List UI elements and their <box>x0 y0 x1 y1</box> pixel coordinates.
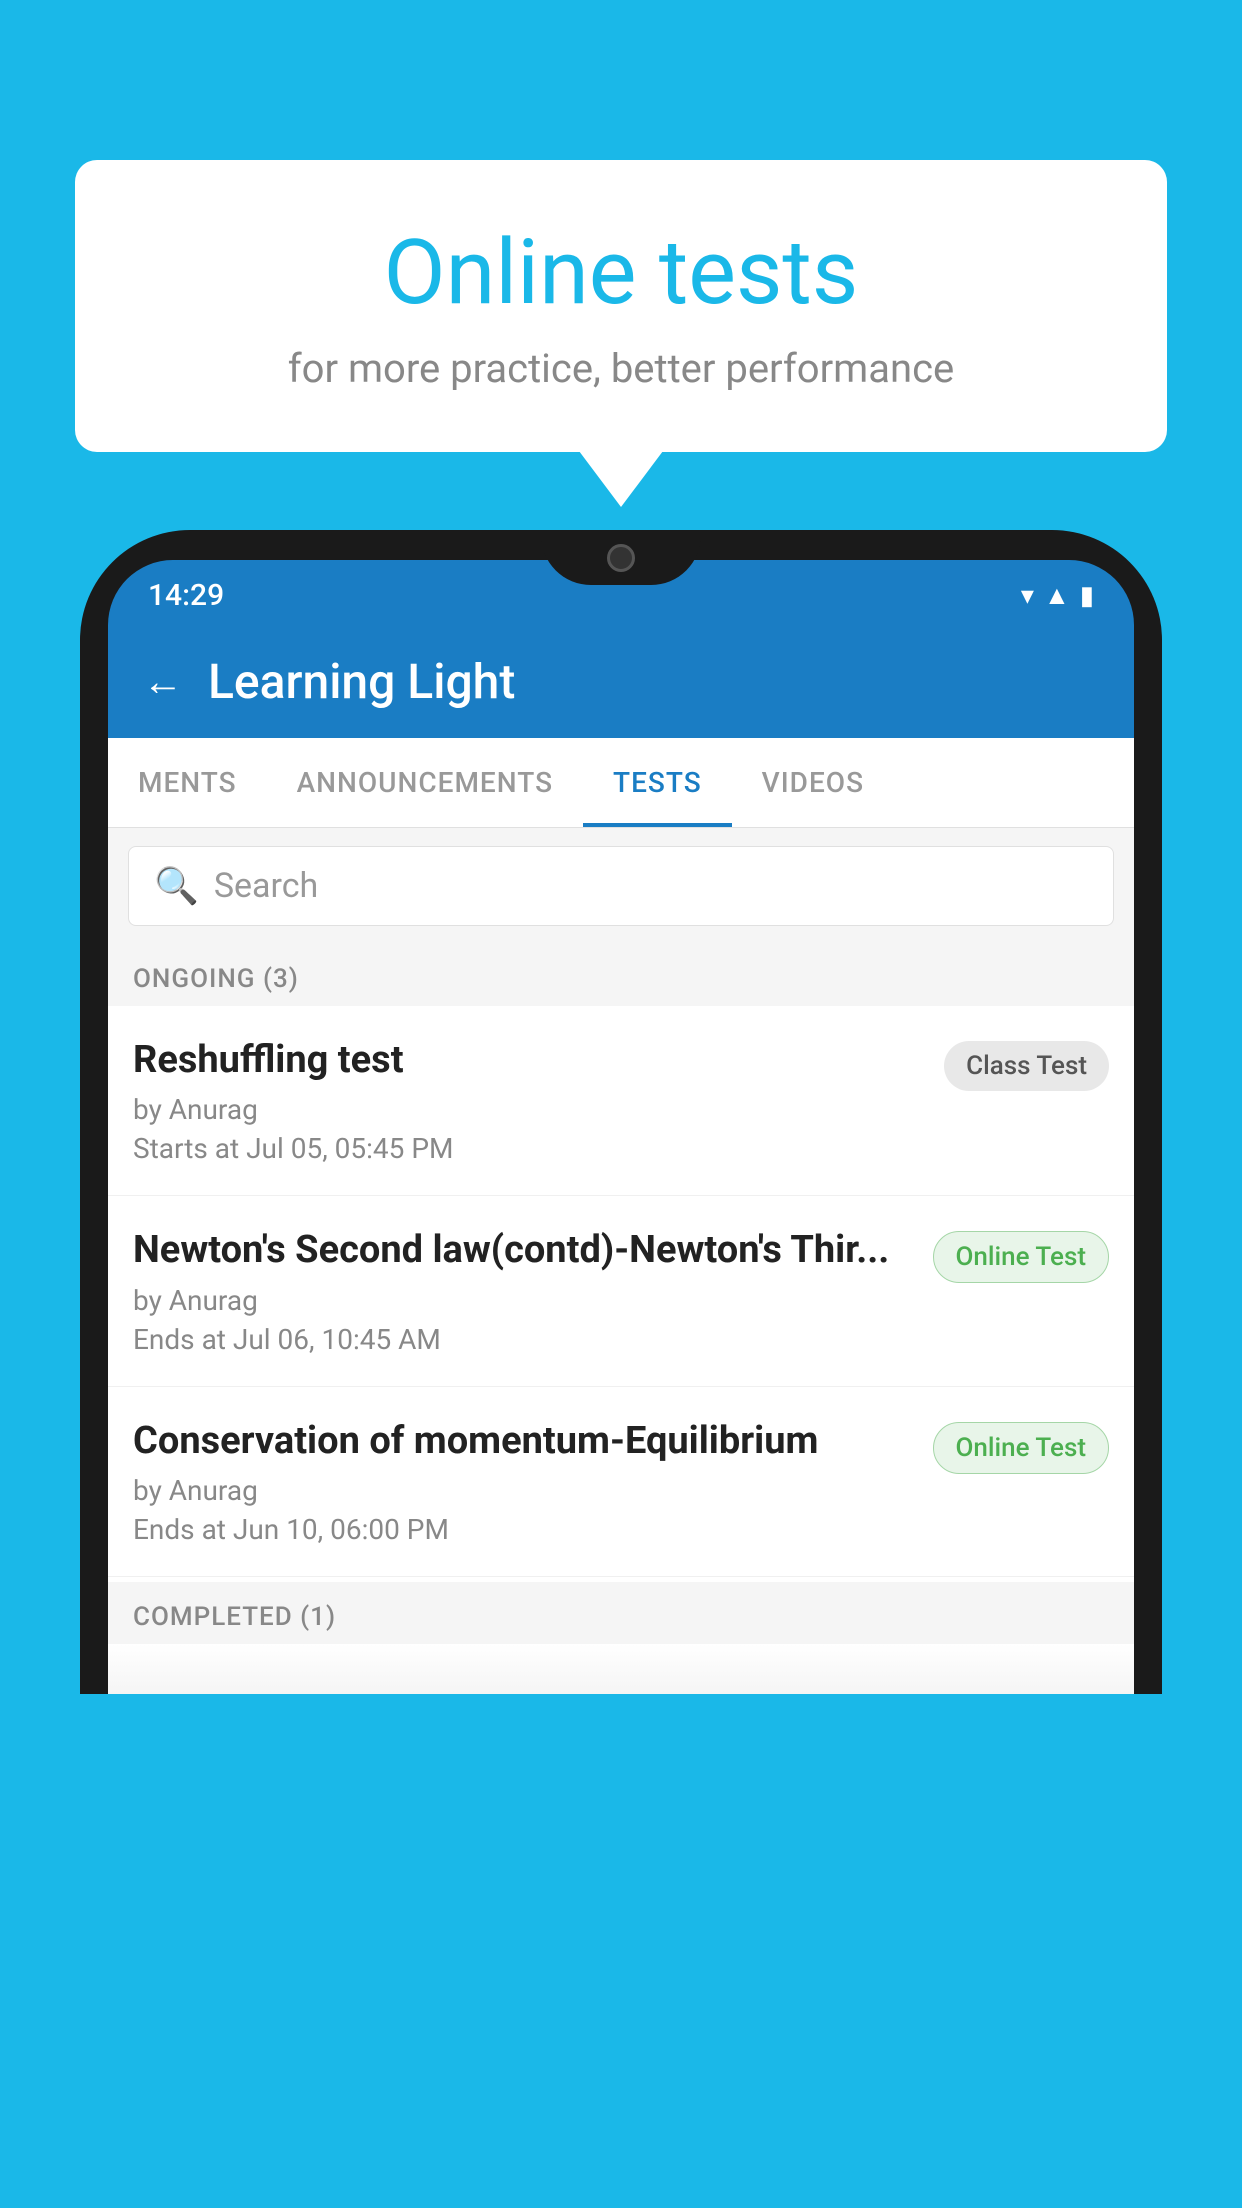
speech-bubble: Online tests for more practice, better p… <box>75 160 1167 452</box>
phone-notch <box>541 530 701 585</box>
wifi-icon: ▾ <box>1021 581 1034 611</box>
app-screen: ← Learning Light MENTS ANNOUNCEMENTS TES… <box>108 625 1134 1694</box>
test-name-1: Reshuffling test <box>133 1036 924 1085</box>
bottom-fade <box>108 1644 1134 1694</box>
test-item-2[interactable]: Newton's Second law(contd)-Newton's Thir… <box>108 1196 1134 1386</box>
back-button[interactable]: ← <box>143 658 183 705</box>
phone-frame: 14:29 ▾ ▲ ▮ ← Learning Light MENTS <box>80 530 1162 2208</box>
ongoing-section-header: ONGOING (3) <box>108 944 1134 1006</box>
camera-icon <box>607 544 635 572</box>
test-badge-3: Online Test <box>933 1422 1110 1474</box>
tab-ments[interactable]: MENTS <box>108 738 267 827</box>
completed-section-header: COMPLETED (1) <box>108 1582 1134 1644</box>
status-time: 14:29 <box>148 578 224 613</box>
test-author-1: by Anurag <box>133 1093 924 1126</box>
completed-title: COMPLETED (1) <box>133 1602 336 1632</box>
app-bar: ← Learning Light <box>108 625 1134 738</box>
tab-videos[interactable]: VIDEOS <box>732 738 894 827</box>
tab-tests[interactable]: TESTS <box>583 738 732 827</box>
test-info-2: Newton's Second law(contd)-Newton's Thir… <box>133 1226 933 1355</box>
tab-bar: MENTS ANNOUNCEMENTS TESTS VIDEOS <box>108 738 1134 828</box>
test-list: Reshuffling test by Anurag Starts at Jul… <box>108 1006 1134 1577</box>
tab-announcements[interactable]: ANNOUNCEMENTS <box>267 738 583 827</box>
app-bar-title: Learning Light <box>208 653 515 710</box>
test-author-2: by Anurag <box>133 1284 913 1317</box>
test-item-1[interactable]: Reshuffling test by Anurag Starts at Jul… <box>108 1006 1134 1196</box>
test-date-3: Ends at Jun 10, 06:00 PM <box>133 1513 913 1546</box>
test-name-2: Newton's Second law(contd)-Newton's Thir… <box>133 1226 913 1275</box>
search-icon: 🔍 <box>154 865 199 907</box>
online-tests-subtitle: for more practice, better performance <box>155 345 1087 392</box>
test-badge-1: Class Test <box>944 1041 1109 1091</box>
test-date-2: Ends at Jul 06, 10:45 AM <box>133 1323 913 1356</box>
status-icons: ▾ ▲ ▮ <box>1021 580 1094 611</box>
search-placeholder: Search <box>214 866 318 906</box>
test-badge-2: Online Test <box>933 1231 1110 1283</box>
test-author-3: by Anurag <box>133 1474 913 1507</box>
online-tests-title: Online tests <box>155 220 1087 325</box>
speech-bubble-container: Online tests for more practice, better p… <box>75 160 1167 452</box>
test-info-1: Reshuffling test by Anurag Starts at Jul… <box>133 1036 944 1165</box>
test-name-3: Conservation of momentum-Equilibrium <box>133 1417 913 1466</box>
test-info-3: Conservation of momentum-Equilibrium by … <box>133 1417 933 1546</box>
signal-icon: ▲ <box>1044 580 1070 611</box>
test-date-1: Starts at Jul 05, 05:45 PM <box>133 1132 924 1165</box>
search-container: 🔍 Search <box>108 828 1134 944</box>
test-item-3[interactable]: Conservation of momentum-Equilibrium by … <box>108 1387 1134 1577</box>
search-bar[interactable]: 🔍 Search <box>128 846 1114 926</box>
status-bar: 14:29 ▾ ▲ ▮ <box>108 560 1134 625</box>
battery-icon: ▮ <box>1080 581 1094 611</box>
ongoing-title: ONGOING (3) <box>133 964 299 994</box>
phone-body: 14:29 ▾ ▲ ▮ ← Learning Light MENTS <box>80 530 1162 1694</box>
